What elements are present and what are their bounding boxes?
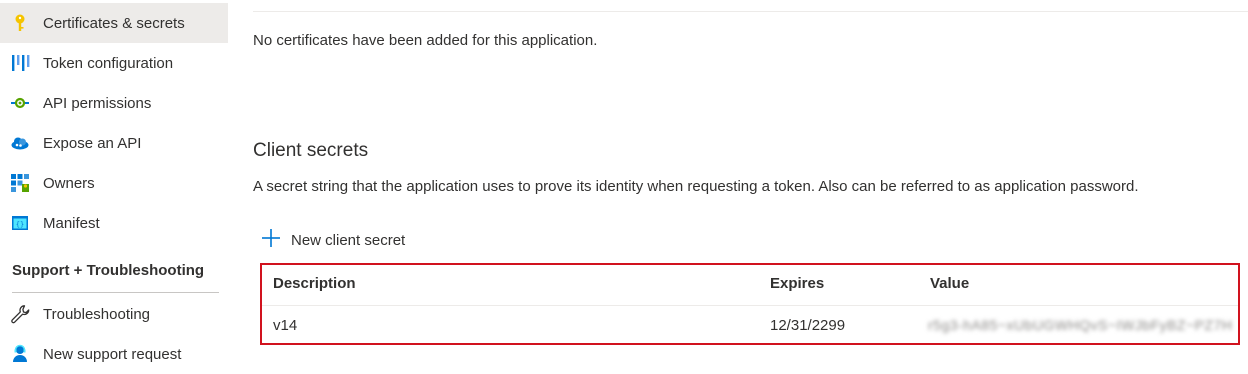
client-secrets-description: A secret string that the application use… xyxy=(253,178,1139,195)
no-certificates-message: No certificates have been added for this… xyxy=(253,32,598,49)
sidebar-item-certificates-secrets[interactable]: Certificates & secrets xyxy=(0,3,228,43)
sidebar-item-label: Certificates & secrets xyxy=(43,14,185,32)
wrench-icon xyxy=(10,304,30,324)
new-client-secret-button[interactable]: New client secret xyxy=(261,228,405,252)
plus-icon xyxy=(261,228,281,253)
support-person-icon xyxy=(10,344,30,364)
sidebar-item-token-configuration[interactable]: Token configuration xyxy=(0,43,228,83)
sidebar-item-label: Owners xyxy=(43,174,95,192)
sidebar-item-manifest[interactable]: {} Manifest xyxy=(0,203,228,243)
header-divider xyxy=(262,305,1238,306)
section-divider xyxy=(253,11,1248,12)
sidebar-item-label: New support request xyxy=(43,345,182,363)
api-permissions-icon xyxy=(10,93,30,113)
new-client-secret-label: New client secret xyxy=(291,231,406,249)
secret-value-cell[interactable]: r5g3-hA85~xUbUGWHQvS~IWJbFyBZ~PZ7H xyxy=(928,317,1232,333)
sidebar-item-troubleshooting[interactable]: Troubleshooting xyxy=(0,294,228,334)
sidebar-item-expose-an-api[interactable]: Expose an API xyxy=(0,123,228,163)
sidebar-item-label: Token configuration xyxy=(43,54,174,72)
main-content: No certificates have been added for this… xyxy=(228,0,1248,369)
sidebar-item-label: API permissions xyxy=(43,94,152,112)
sidebar-item-new-support-request[interactable]: New support request xyxy=(0,334,228,374)
sidebar-item-label: Troubleshooting xyxy=(43,305,151,323)
column-header-value: Value xyxy=(930,275,970,292)
sidebar-item-api-permissions[interactable]: API permissions xyxy=(0,83,228,123)
client-secrets-title: Client secrets xyxy=(253,140,369,161)
section-divider xyxy=(12,292,219,293)
sidebar-item-label: Manifest xyxy=(43,214,100,232)
sidebar-item-label: Expose an API xyxy=(43,134,142,152)
key-icon xyxy=(10,13,30,33)
column-header-description: Description xyxy=(273,275,356,292)
secret-description-cell: v14 xyxy=(273,317,298,334)
owners-grid-icon xyxy=(10,173,30,193)
manifest-icon: {} xyxy=(10,213,30,233)
client-secrets-table: Description Expires Value v14 12/31/2299… xyxy=(260,263,1240,345)
secret-expires-cell: 12/31/2299 xyxy=(770,317,846,334)
svg-text:{}: {} xyxy=(16,221,24,229)
sidebar-item-owners[interactable]: Owners xyxy=(0,163,228,203)
cloud-icon xyxy=(10,133,30,153)
column-header-expires: Expires xyxy=(770,275,825,292)
support-troubleshooting-header: Support + Troubleshooting xyxy=(12,262,205,279)
sidebar: Certificates & secrets Token configurati… xyxy=(0,0,228,369)
token-config-icon xyxy=(10,53,30,73)
